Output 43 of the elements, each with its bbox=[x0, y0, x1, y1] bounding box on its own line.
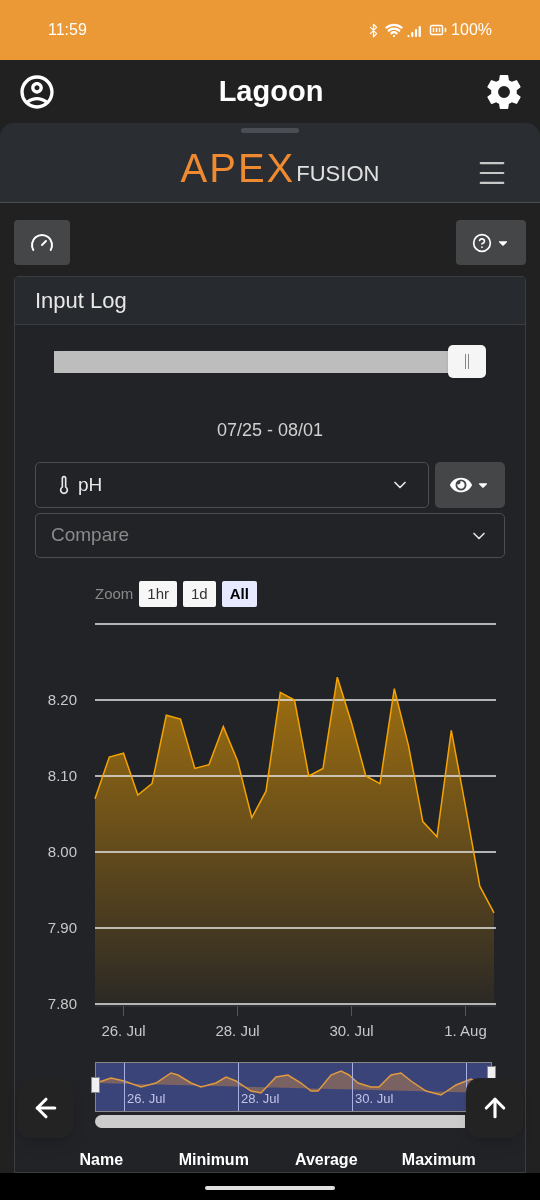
battery-percent: 100% bbox=[451, 20, 492, 40]
help-dropdown-button[interactable] bbox=[456, 220, 526, 265]
drag-handle[interactable] bbox=[241, 128, 299, 133]
logo-subtext: FUSION bbox=[296, 162, 380, 185]
navigator-window[interactable]: 26. Jul 28. Jul 30. Jul bbox=[95, 1062, 492, 1112]
help-icon bbox=[472, 232, 492, 253]
status-time: 11:59 bbox=[48, 20, 87, 40]
card-title: Input Log bbox=[35, 287, 127, 315]
column-header: Average bbox=[293, 1150, 359, 1170]
navigator-scrollbar[interactable] bbox=[95, 1115, 465, 1128]
slider-thumb[interactable] bbox=[448, 345, 486, 378]
navigator-date-label: 28. Jul bbox=[241, 1089, 280, 1108]
navigator-date-label: 30. Jul bbox=[355, 1089, 394, 1108]
y-axis-label: 8.00 bbox=[47, 843, 77, 860]
x-axis-label: 30. Jul bbox=[329, 1022, 374, 1039]
visibility-dropdown-button[interactable] bbox=[435, 462, 505, 508]
logo-text: APEX bbox=[180, 147, 296, 188]
y-axis-label: 7.90 bbox=[47, 919, 77, 936]
dashboard-button[interactable] bbox=[14, 220, 70, 265]
navigator-handle[interactable] bbox=[91, 1077, 100, 1093]
y-axis-label: 8.20 bbox=[47, 691, 77, 708]
zoom-option[interactable]: 1hr bbox=[139, 581, 178, 607]
y-axis-label: 7.80 bbox=[47, 995, 77, 1012]
date-range: 07/25 - 08/01 bbox=[216, 419, 324, 442]
zoom-option[interactable]: All bbox=[221, 581, 257, 607]
wifi-icon bbox=[385, 21, 404, 39]
column-header: Maximum bbox=[400, 1150, 477, 1170]
settings-button[interactable] bbox=[485, 72, 523, 111]
compare-select[interactable]: Compare bbox=[35, 513, 505, 558]
y-axis-label: 8.10 bbox=[47, 767, 77, 784]
x-axis-label: 28. Jul bbox=[215, 1022, 260, 1039]
back-button[interactable] bbox=[17, 1078, 74, 1138]
app-title: Lagoon bbox=[218, 73, 324, 109]
navigator-date-label: 26. Jul bbox=[127, 1089, 166, 1108]
zoom-option[interactable]: 1d bbox=[183, 581, 216, 607]
zoom-label: Zoom bbox=[95, 583, 134, 604]
settings-icon bbox=[485, 72, 523, 111]
column-header: Minimum bbox=[177, 1150, 250, 1170]
x-axis-label: 1. Aug bbox=[444, 1022, 487, 1039]
column-header: Name bbox=[78, 1150, 125, 1170]
input-select[interactable]: pH bbox=[35, 462, 429, 508]
scroll-top-button[interactable] bbox=[466, 1078, 523, 1138]
x-axis-label: 26. Jul bbox=[101, 1022, 146, 1039]
